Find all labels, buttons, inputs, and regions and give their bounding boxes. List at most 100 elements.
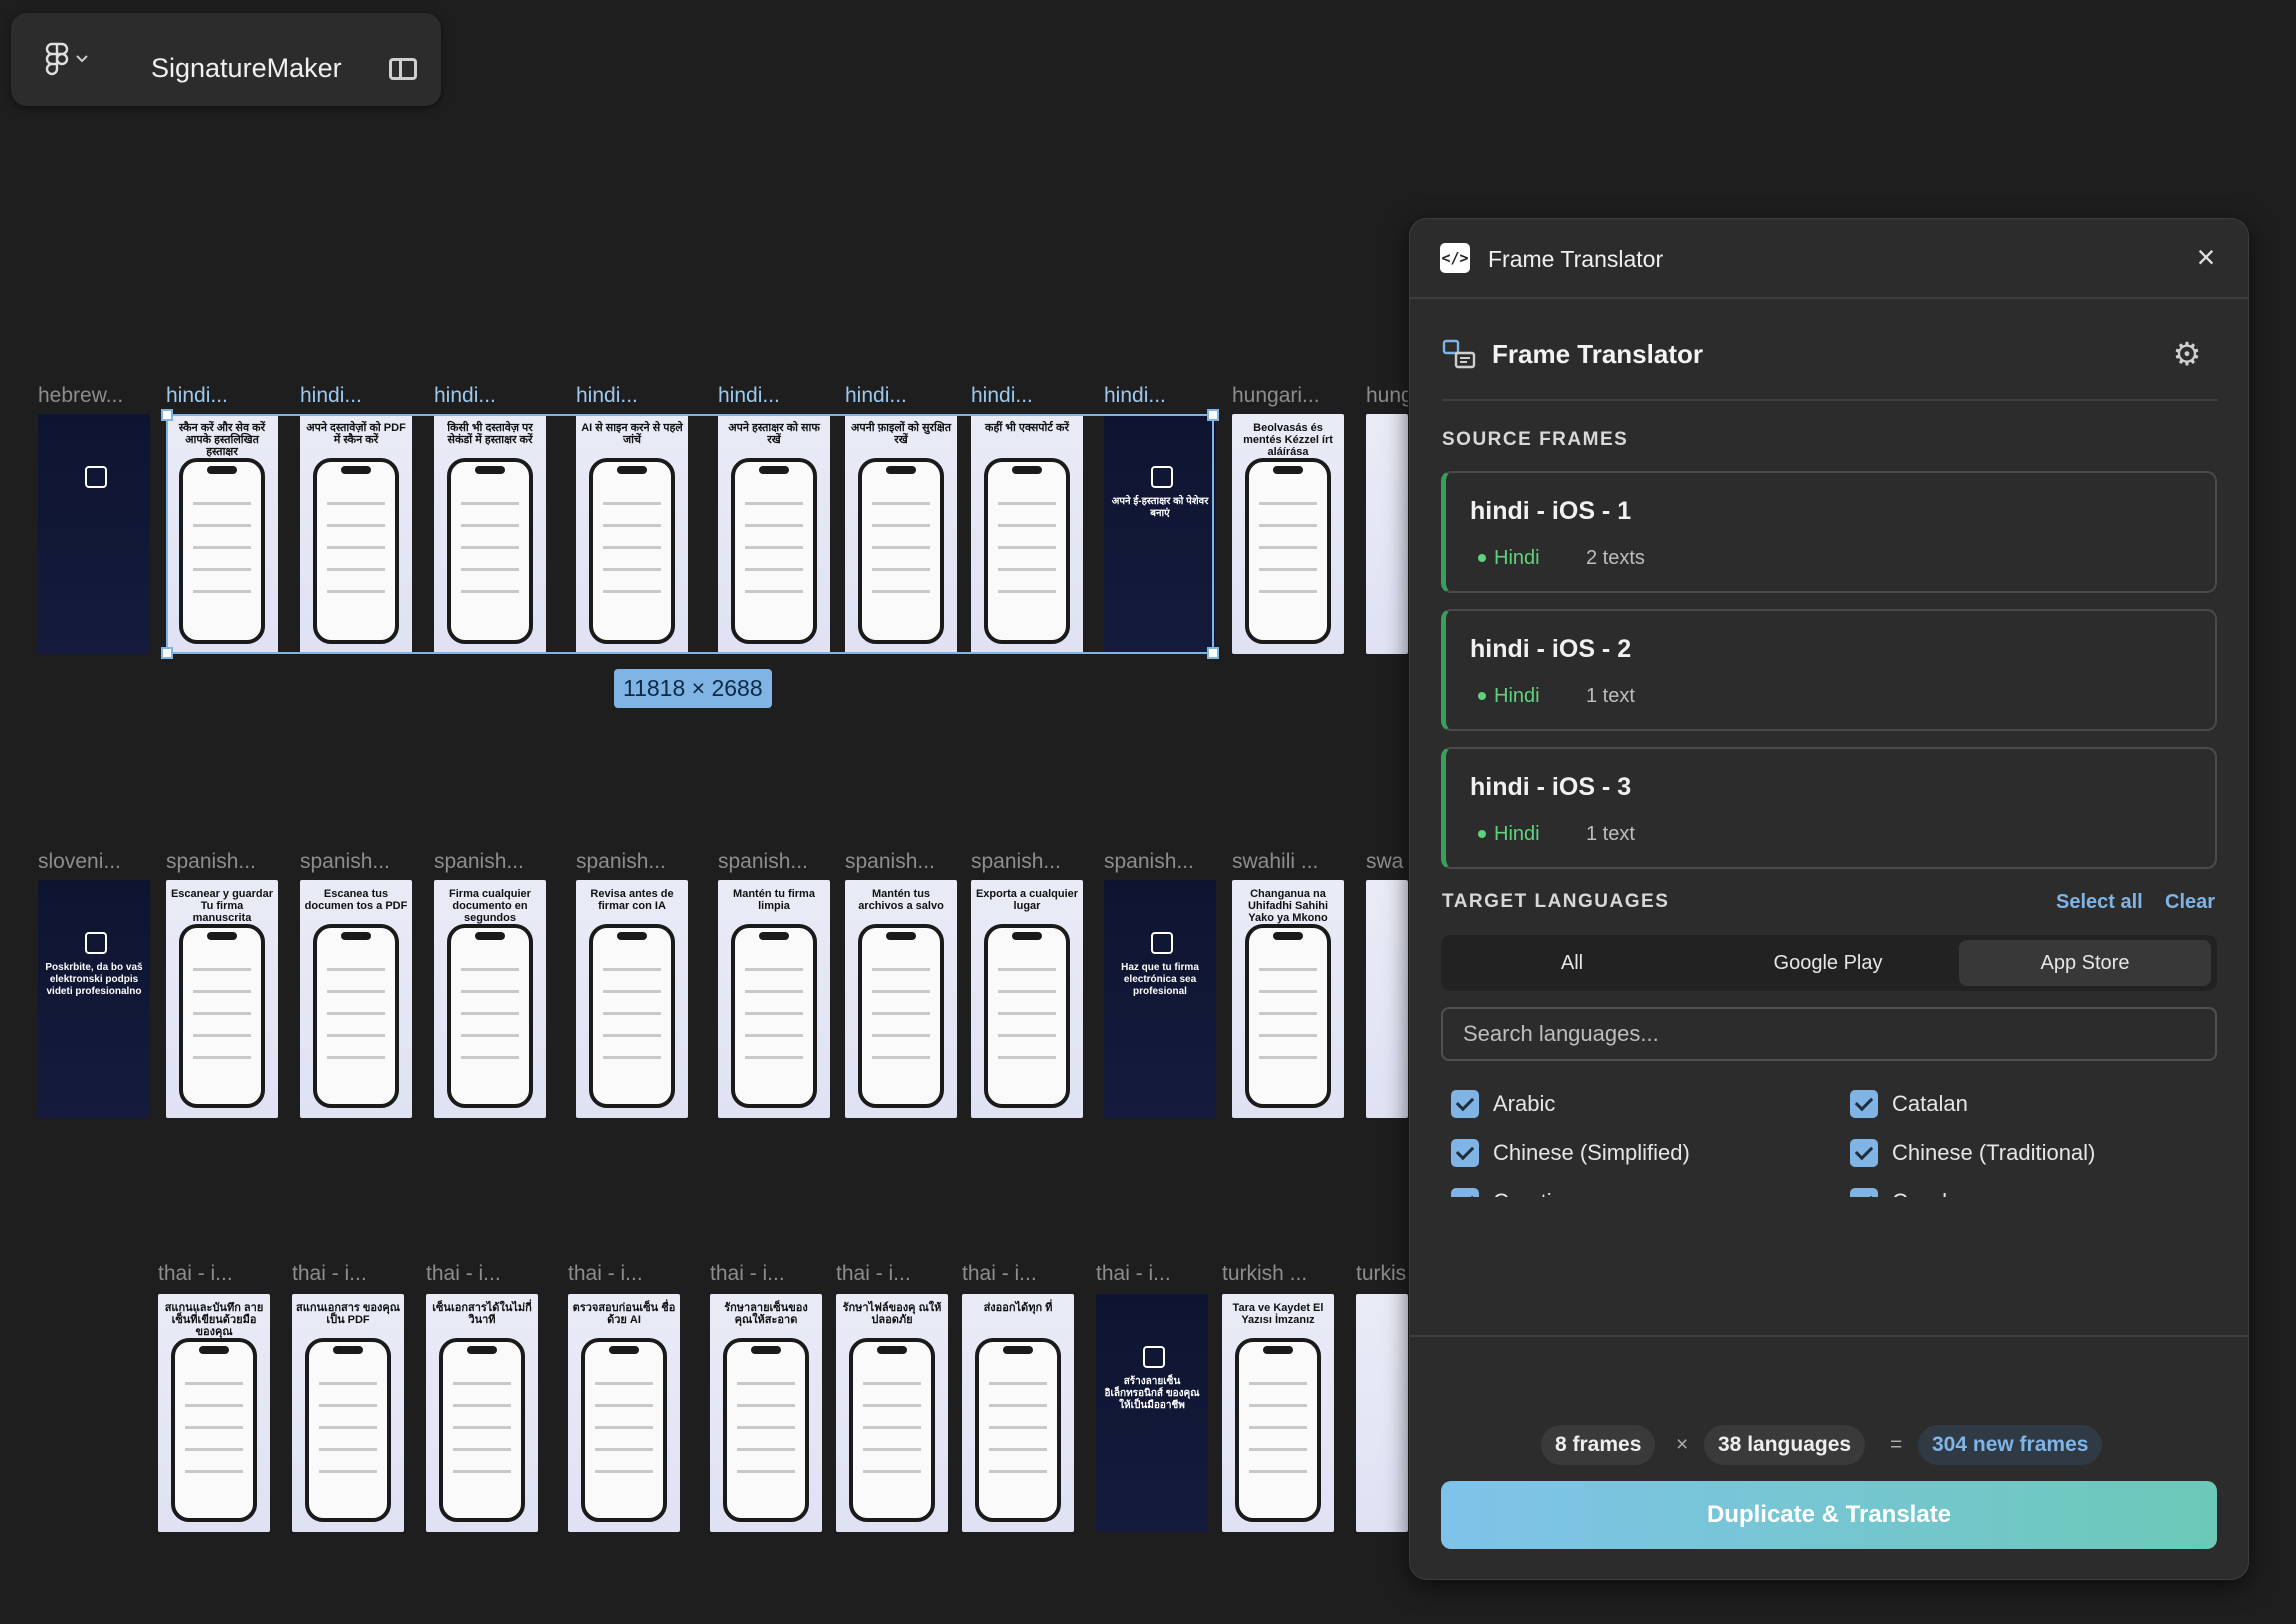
resize-handle-tr[interactable] [1207,409,1219,421]
frame-label[interactable]: thai - i... [426,1262,538,1286]
main-menu-button[interactable] [45,41,105,77]
tab-all[interactable]: All [1446,940,1698,986]
screenshot-frame[interactable]: Revisa antes de firmar con IA [576,880,688,1118]
frame-label[interactable]: hindi... [300,384,412,408]
tab-google-play[interactable]: Google Play [1702,940,1954,986]
frame-label[interactable]: turkish ... [1222,1262,1334,1286]
checkbox-checked-icon[interactable] [1850,1090,1878,1118]
checkbox-checked-icon[interactable] [1451,1139,1479,1167]
frame-label[interactable]: swahili ... [1232,850,1344,874]
screenshot-frame[interactable]: Escanear y guardar Tu firma manuscrita [166,880,278,1118]
checkbox-checked-icon[interactable] [1451,1188,1479,1197]
frame-label[interactable]: thai - i... [1096,1262,1208,1286]
mockup-line [871,968,931,971]
gear-icon[interactable]: ⚙ [2170,337,2204,371]
mockup-line [1248,1382,1308,1385]
frame-label[interactable]: thai - i... [158,1262,270,1286]
screenshot-frame[interactable]: Changanua na Uhifadhi Sahihi Yako ya Mko… [1232,880,1344,1118]
tab-app-store[interactable]: App Store [1959,940,2211,986]
language-option[interactable]: Catalan [1850,1087,1968,1121]
screenshot-frame[interactable]: รักษาไฟล์ของคุ ณให้ปลอดภัย [836,1294,948,1532]
frame-label[interactable]: hindi... [166,384,278,408]
screenshot-frame[interactable]: Escanea tus documen tos a PDF [300,880,412,1118]
screenshot-frame[interactable] [1356,1294,1408,1532]
frame-label[interactable]: swa [1366,850,1408,874]
frame-label[interactable]: spanish... [166,850,278,874]
source-frame-card[interactable]: hindi - iOS - 2 Hindi 1 text [1441,609,2217,731]
screenshot-frame[interactable]: สร้างลายเซ็นอิเล็กทรอนิกส์ ของคุณให้เป็น… [1096,1294,1208,1532]
screenshot-frame[interactable]: Beolvasás és mentés Kézzel írt aláírása [1232,414,1344,654]
screenshot-frame[interactable]: Exporta a cualquier lugar [971,880,1083,1118]
frame-label[interactable]: spanish... [434,850,546,874]
language-option[interactable]: Chinese (Traditional) [1850,1136,2095,1170]
equals-sign: = [1890,1433,1903,1456]
screenshot-frame[interactable]: เซ็นเอกสารได้ในไม่กี่วินาที [426,1294,538,1532]
language-badge: Hindi [1468,541,1550,575]
screenshot-frame[interactable]: รักษาลายเซ็นของ คุณให้สะอาด [710,1294,822,1532]
frame-caption: Escanear y guardar Tu firma manuscrita [170,888,274,924]
frame-label[interactable]: thai - i... [836,1262,948,1286]
checkbox-checked-icon[interactable] [1451,1090,1479,1118]
screenshot-frame[interactable]: Firma cualquier documento en segundos [434,880,546,1118]
frame-label[interactable]: hindi... [971,384,1083,408]
screenshot-frame[interactable]: สแกนและบันทึก ลายเซ็นที่เขียนด้วยมือของค… [158,1294,270,1532]
frame-label[interactable]: hindi... [576,384,688,408]
frame-label[interactable]: turkis [1356,1262,1408,1286]
frame-label[interactable]: hindi... [718,384,830,408]
duplicate-translate-button[interactable]: Duplicate & Translate [1441,1481,2217,1549]
screenshot-frame[interactable] [1366,414,1408,654]
frame-label[interactable]: hindi... [845,384,957,408]
search-languages-input[interactable] [1441,1007,2217,1061]
phone-mockup [589,924,675,1108]
frame-label[interactable]: hungari... [1232,384,1344,408]
screenshot-frame[interactable]: Poskrbite, da bo vaš elektronski podpis … [38,880,150,1118]
frame-label[interactable]: spanish... [576,850,688,874]
source-frame-card[interactable]: hindi - iOS - 1 Hindi 2 texts [1441,471,2217,593]
frame-caption: Revisa antes de firmar con IA [590,888,674,912]
frame-label[interactable]: spanish... [718,850,830,874]
select-all-link[interactable]: Select all [2056,891,2143,914]
frame-label[interactable]: thai - i... [962,1262,1074,1286]
frame-label[interactable]: thai - i... [710,1262,822,1286]
screenshot-frame[interactable]: Haz que tu firma electrónica sea profesi… [1104,880,1216,1118]
checkbox-checked-icon[interactable] [1850,1188,1878,1197]
mockup-line [1258,502,1318,505]
sidebar-toggle-icon[interactable] [389,58,417,80]
language-option[interactable]: Chinese (Simplified) [1451,1136,1690,1170]
resize-handle-tl[interactable] [161,409,173,421]
frame-label[interactable]: thai - i... [568,1262,680,1286]
resize-handle-bl[interactable] [161,647,173,659]
frame-label[interactable]: sloveni... [38,850,150,874]
frame-label[interactable]: hebrew... [38,384,150,408]
screenshot-frame[interactable]: ส่งออกได้ทุก ที่ [962,1294,1074,1532]
frame-label[interactable]: spanish... [845,850,957,874]
language-list[interactable]: Arabic Catalan Chinese (Simplified) Chinese… [1441,1079,2231,1197]
frame-label[interactable]: thai - i... [292,1262,404,1286]
phone-mockup [305,1338,391,1522]
source-frame-card[interactable]: hindi - iOS - 3 Hindi 1 text [1441,747,2217,869]
frame-label[interactable]: spanish... [300,850,412,874]
language-option[interactable]: Croatian [1451,1185,1576,1197]
close-icon[interactable]: × [2188,239,2224,275]
screenshot-frame[interactable]: สแกนเอกสาร ของคุณเป็น PDF [292,1294,404,1532]
frame-label[interactable]: hung [1366,384,1408,408]
screenshot-frame[interactable]: Tara ve Kaydet El Yazısı İmzanız [1222,1294,1334,1532]
frame-caption: Escanea tus documen tos a PDF [304,888,408,912]
screenshot-frame[interactable]: Mantén tus archivos a salvo [845,880,957,1118]
clear-link[interactable]: Clear [2165,891,2215,914]
screenshot-frame[interactable] [1366,880,1408,1118]
resize-handle-br[interactable] [1207,647,1219,659]
screenshot-frame[interactable]: ตรวจสอบก่อนเซ็น ชื่อด้วย AI [568,1294,680,1532]
frame-label[interactable]: spanish... [971,850,1083,874]
file-name[interactable]: SignatureMaker [151,55,342,82]
frame-label[interactable]: hindi... [1104,384,1216,408]
selection-box[interactable] [161,409,1219,659]
language-option[interactable]: Arabic [1451,1087,1555,1121]
language-option[interactable]: Czech [1850,1185,1954,1197]
checkbox-checked-icon[interactable] [1850,1139,1878,1167]
frame-label[interactable]: spanish... [1104,850,1216,874]
code-icon: </> [1440,243,1470,273]
screenshot-frame[interactable] [38,414,150,654]
screenshot-frame[interactable]: Mantén tu firma limpia [718,880,830,1118]
frame-label[interactable]: hindi... [434,384,546,408]
